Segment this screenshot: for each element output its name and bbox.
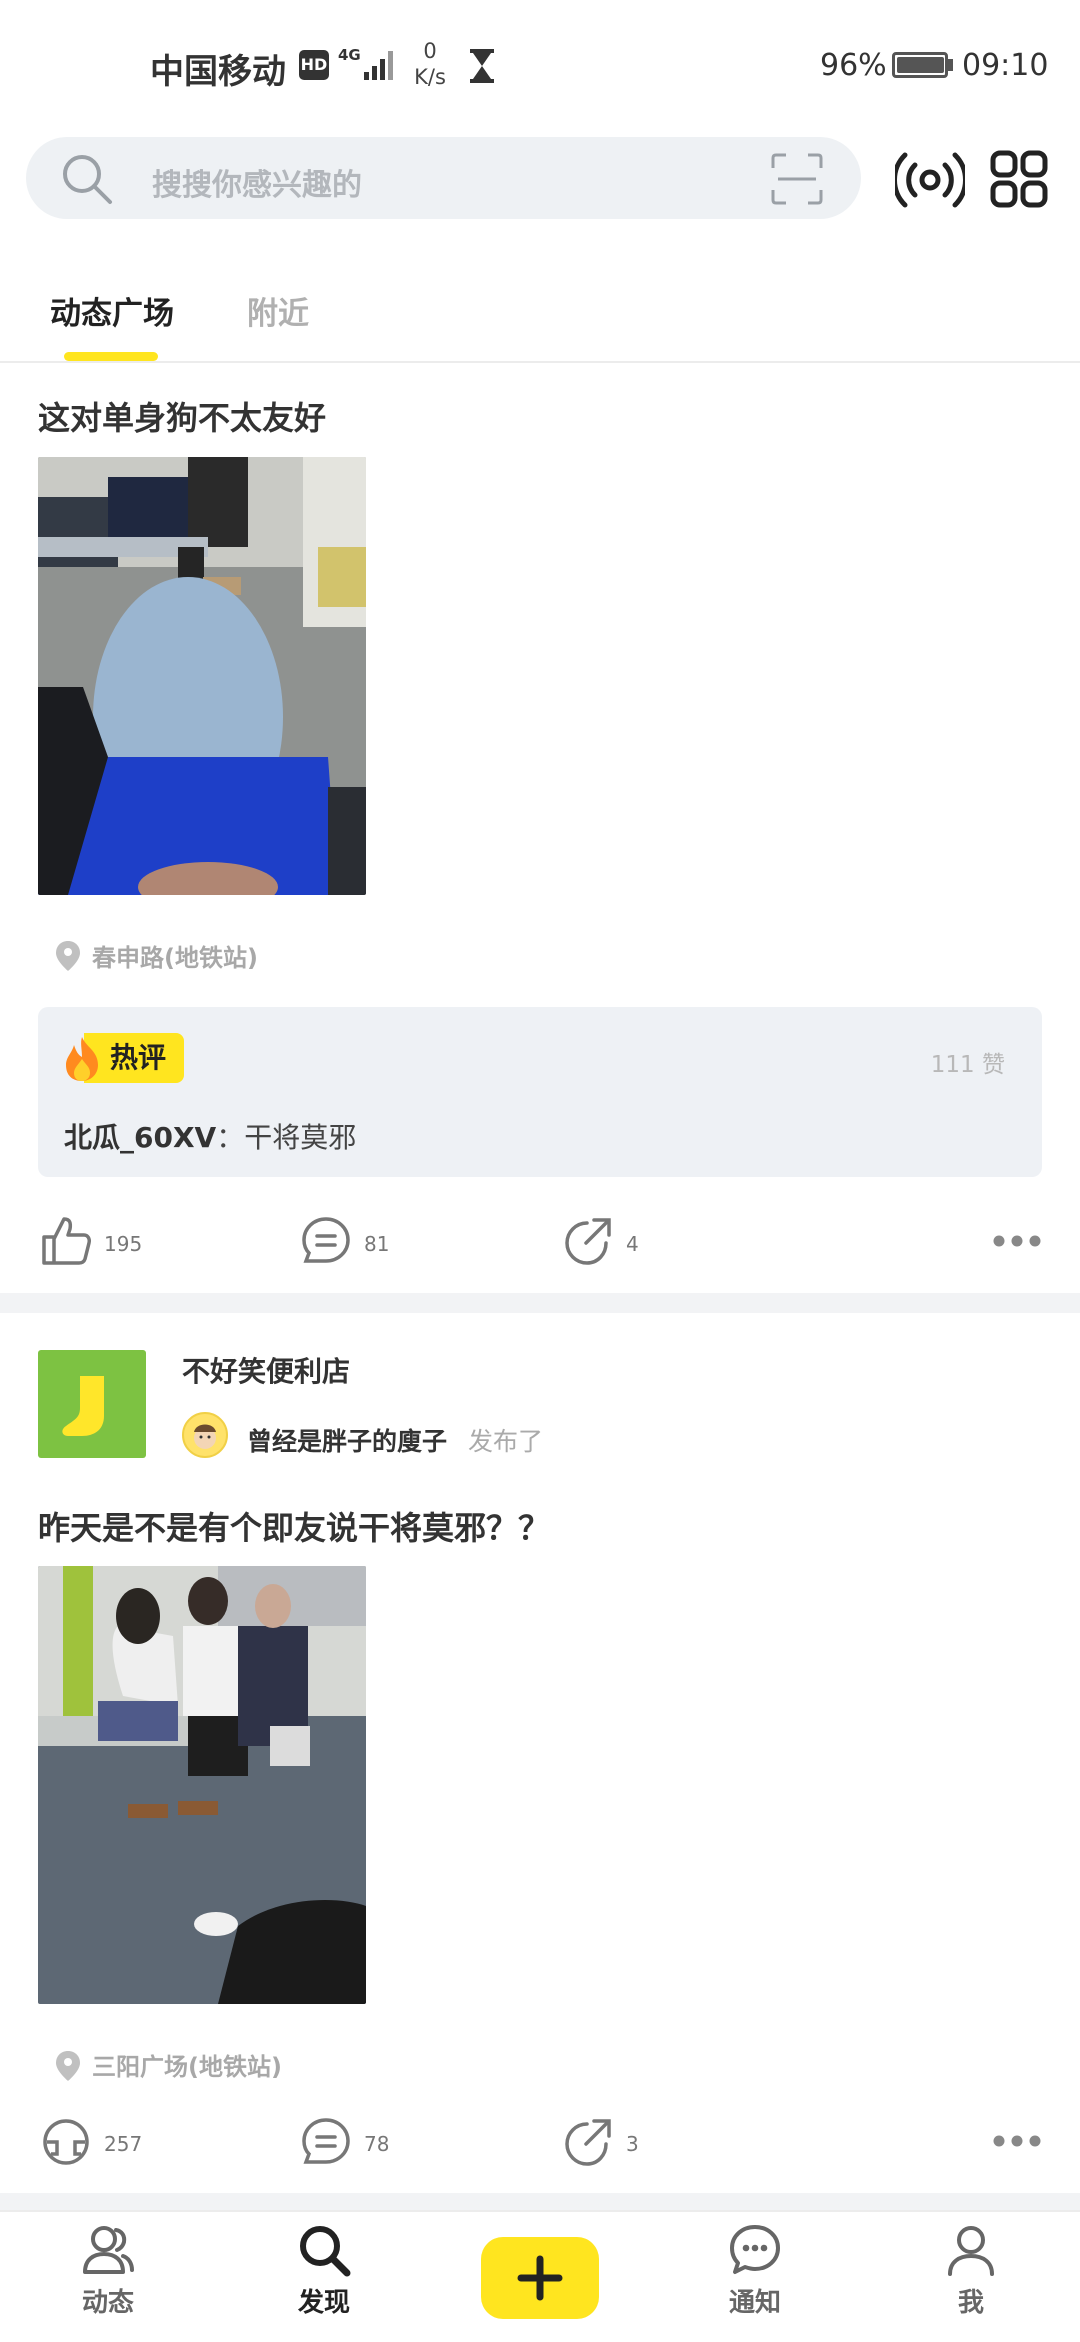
speed-unit: K/s	[414, 65, 446, 89]
shop-logo[interactable]	[38, 1350, 146, 1458]
subway-photo-image	[38, 457, 366, 895]
more-icon[interactable]	[992, 2134, 1042, 2148]
person-icon	[948, 2226, 994, 2276]
radio-icon[interactable]	[895, 145, 965, 215]
post-photo[interactable]	[38, 1566, 366, 2004]
share-icon[interactable]	[562, 1215, 614, 1267]
hot-comment-text: 北瓜_60XV：干将莫邪	[64, 1116, 356, 1156]
battery-tip	[948, 59, 953, 71]
shop-name[interactable]: 不好笑便利店	[182, 1350, 350, 1390]
nav-notifications[interactable]: 通知	[695, 2222, 815, 2319]
plus-icon	[517, 2255, 563, 2301]
network-type: 4G	[338, 46, 361, 64]
chat-icon	[730, 2225, 780, 2274]
carrier-name: 中国移动	[150, 52, 286, 92]
post-photo[interactable]	[38, 457, 366, 895]
network-speed: 0 K/s	[405, 38, 455, 90]
nav-label: 动态	[81, 2288, 134, 2318]
location-pin-icon	[56, 2051, 80, 2081]
thumbs-up-icon[interactable]	[40, 1215, 92, 1267]
like-count: 195	[104, 1232, 143, 1256]
nav-me[interactable]: 我	[911, 2222, 1031, 2319]
nav-discover[interactable]: 发现	[264, 2222, 384, 2319]
author-name[interactable]: 曾经是胖子的廋子	[247, 1422, 447, 1458]
divider	[0, 361, 1080, 363]
share-count: 3	[626, 2132, 639, 2156]
tab-square[interactable]: 动态广场	[50, 288, 174, 333]
section-divider	[0, 1293, 1080, 1313]
signal-icon	[364, 51, 393, 80]
avatar-face-icon	[194, 1424, 216, 1449]
clock: 09:10	[962, 48, 1049, 83]
hot-comment-separator: ：	[216, 1121, 245, 1154]
tab-indicator	[64, 352, 158, 361]
nav-dynamic[interactable]: 动态	[48, 2222, 168, 2319]
published-label: 发布了	[468, 1427, 544, 1456]
battery-icon	[892, 52, 948, 78]
share-count: 4	[626, 1232, 639, 1256]
nav-label: 发现	[297, 2288, 350, 2318]
search-icon	[63, 155, 112, 204]
fire-icon	[66, 1037, 98, 1081]
subway-photo-image	[38, 1566, 366, 2004]
hourglass-icon	[470, 49, 494, 83]
people-icon	[83, 2226, 134, 2274]
speed-value: 0	[423, 39, 437, 63]
section-divider	[0, 2193, 1080, 2210]
location-pin-icon	[56, 941, 80, 971]
add-post-button[interactable]	[481, 2237, 599, 2319]
hot-comment-user[interactable]: 北瓜_60XV	[64, 1121, 216, 1154]
search-placeholder: 搜搜你感兴趣的	[152, 168, 362, 203]
comment-icon[interactable]	[300, 1215, 352, 1267]
comment-count: 81	[364, 1232, 390, 1256]
nav-label: 通知	[728, 2288, 781, 2318]
tab-nearby[interactable]: 附近	[247, 288, 309, 333]
post-title[interactable]: 昨天是不是有个即友说干将莫邪？？	[38, 1503, 550, 1549]
hot-comment-content: 干将莫邪	[244, 1121, 357, 1154]
search-icon	[300, 2226, 351, 2277]
hd-badge: HD	[299, 50, 329, 80]
avatar[interactable]	[182, 1412, 228, 1458]
comment-icon[interactable]	[300, 2116, 352, 2168]
sock-icon	[62, 1376, 104, 1436]
post-title[interactable]: 这对单身狗不太友好	[38, 393, 326, 439]
post-location[interactable]: 三阳广场(地铁站)	[92, 2047, 282, 2082]
share-icon[interactable]	[562, 2116, 614, 2168]
battery-fill	[897, 57, 944, 73]
scan-icon[interactable]	[770, 152, 824, 206]
post-location[interactable]: 春申路(地铁站)	[92, 938, 258, 973]
more-icon[interactable]	[992, 1234, 1042, 1248]
nav-label: 我	[957, 2288, 984, 2318]
battery-percent: 96%	[820, 48, 887, 83]
comment-count: 78	[364, 2132, 390, 2156]
apps-grid-icon[interactable]	[990, 150, 1048, 208]
neutral-face-icon[interactable]	[40, 2116, 92, 2168]
hot-comment-likes[interactable]: 111 赞	[900, 1045, 1005, 1079]
like-count: 257	[104, 2132, 143, 2156]
